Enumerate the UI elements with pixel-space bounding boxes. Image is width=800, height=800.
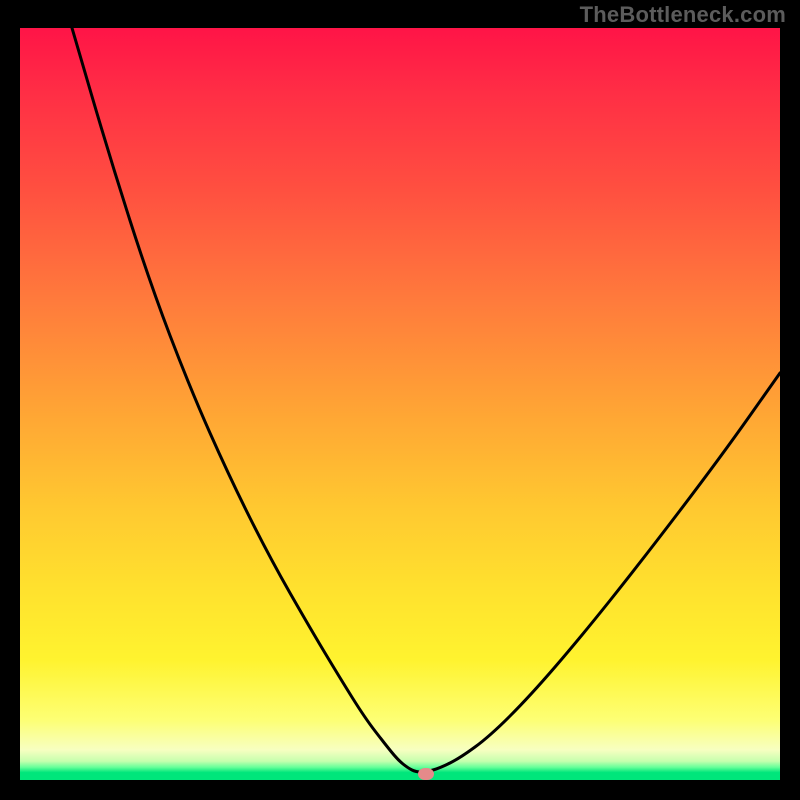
- watermark-text: TheBottleneck.com: [580, 2, 786, 28]
- plot-area: [20, 28, 780, 780]
- chart-frame: TheBottleneck.com: [0, 0, 800, 800]
- optimal-point-marker: [418, 768, 434, 780]
- bottleneck-curve: [20, 28, 780, 780]
